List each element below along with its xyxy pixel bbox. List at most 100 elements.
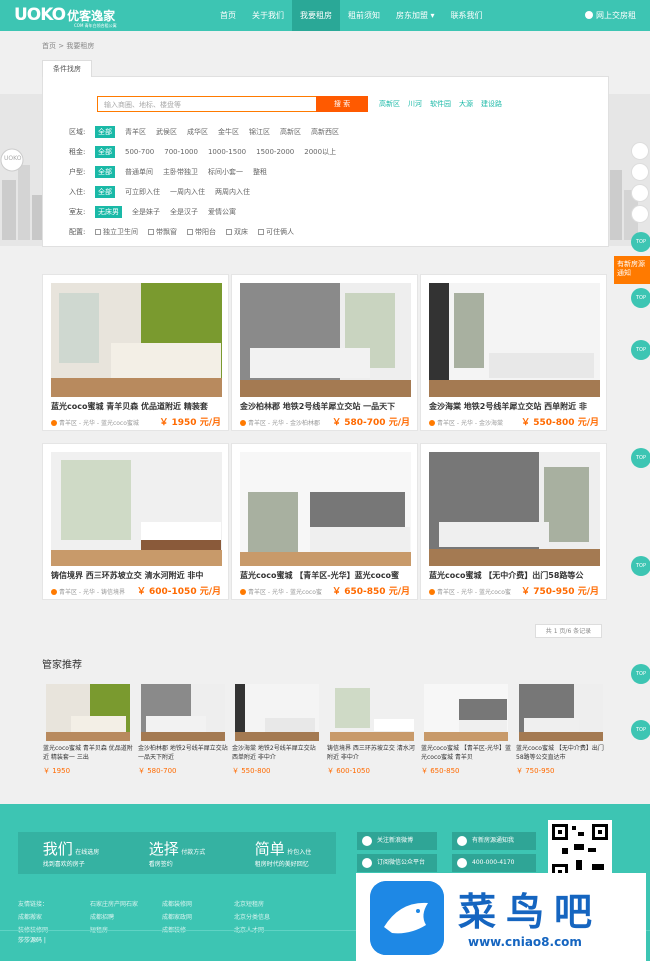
filter-option[interactable]: 爱情公寓 (208, 207, 236, 217)
listing-title[interactable]: 蓝光coco蜜城 【青羊区-光华】蓝光coco蜜 (240, 570, 412, 581)
friend-link[interactable]: 北京短租房 (234, 898, 306, 911)
friend-link[interactable]: 成都招聘 (90, 911, 162, 924)
listing-card[interactable]: 蓝光coco蜜城 【青羊区-光华】蓝光coco蜜 青羊区 - 光华 - 蓝光co… (231, 443, 418, 600)
filter-option[interactable]: 高新区 (280, 127, 301, 137)
filter-option[interactable]: 全是妹子 (132, 207, 160, 217)
friend-link[interactable]: 石家庄房产网石家 (90, 898, 162, 911)
recommend-item[interactable]: 蓝光coco蜜城 【青羊区-光华】蓝光coco蜜城 青羊贝 ￥ 650-850 (421, 684, 511, 784)
pagination[interactable]: 共 1 页/6 条记录 (535, 624, 602, 638)
hot-link[interactable]: 川河 (408, 99, 422, 109)
filter-option[interactable]: 1500-2000 (256, 148, 294, 156)
hot-link[interactable]: 大源 (459, 99, 473, 109)
filter-option[interactable]: 高新西区 (311, 127, 339, 137)
qq-icon[interactable] (631, 163, 649, 181)
friend-link[interactable]: 成都装修网 (162, 898, 234, 911)
nav-contact[interactable]: 联系我们 (443, 0, 491, 31)
listing-card[interactable]: 蓝光coco蜜城 青羊贝森 优品道附近 精装套 青羊区 - 光华 - 蓝光coc… (42, 274, 229, 431)
filter-option[interactable]: 全部 (95, 126, 115, 138)
friend-link[interactable]: 成都搬家 (18, 911, 90, 924)
filter-option[interactable]: 全部 (95, 186, 115, 198)
listing-title[interactable]: 金沙海棠 地铁2号线羊犀立交站 西单附近 非 (429, 401, 601, 412)
recommend-item[interactable]: 蓝光coco蜜城 青羊贝森 优品道附近 精装套一 三出 ￥ 1950 (43, 684, 133, 784)
bird-logo-icon (370, 881, 444, 955)
logo[interactable]: UOKO 优客逸家 COM 青年白领合租公寓 (14, 5, 117, 28)
friend-link[interactable]: 北京分类信息 (234, 911, 306, 924)
nav-landlord[interactable]: 房东加盟 ▾ (388, 0, 443, 31)
listing-price: ￥ 650-850 元/月 (332, 587, 410, 597)
filter-option[interactable]: 无床男 (95, 206, 122, 218)
listing-card[interactable]: 金沙柏林郡 地铁2号线羊犀立交站 一品天下 青羊区 - 光华 - 金沙柏林郡 ￥… (231, 274, 418, 431)
back-to-top-button[interactable]: TOP (631, 448, 650, 468)
recommend-item[interactable]: 金沙海棠 地铁2号线羊犀立交站 西单附近 非中介 ￥ 550-800 (232, 684, 320, 784)
listing-title[interactable]: 铸信境界 西三环苏坡立交 清水河附近 非中 (51, 570, 223, 581)
nav-rent[interactable]: 我要租房 (292, 0, 340, 31)
wechat-icon[interactable] (631, 205, 649, 223)
filter-option[interactable]: 整租 (253, 167, 267, 177)
filter-option[interactable]: 全部 (95, 146, 115, 158)
hotline-button[interactable]: 400-000-4170 (452, 854, 536, 872)
hot-link[interactable]: 高新区 (379, 99, 400, 109)
listing-price: ￥ 600-1050 元/月 (136, 587, 221, 597)
search-button[interactable]: 搜 索 (316, 96, 368, 112)
nav-notice[interactable]: 租前须知 (340, 0, 388, 31)
pay-rent-label: 网上交房租 (596, 11, 636, 20)
config-checkbox[interactable]: 独立卫生间 (95, 227, 138, 237)
search-input[interactable]: 输入商圈、地标、楼盘等 (97, 96, 319, 112)
wechat-subscribe-button[interactable]: 订阅微信公众平台 (357, 854, 437, 872)
filter-option[interactable]: 主卧带独卫 (163, 167, 198, 177)
recommend-item[interactable]: 铸信境界 西三环苏坡立交 清水河附近 非中介 ￥ 600-1050 (327, 684, 415, 784)
filter-option[interactable]: 一周内入住 (170, 187, 205, 197)
back-to-top-button[interactable]: TOP (631, 232, 650, 252)
filter-option[interactable]: 2000以上 (304, 147, 336, 157)
back-to-top-button[interactable]: TOP (631, 720, 650, 740)
filter-option[interactable]: 成华区 (187, 127, 208, 137)
filter-option[interactable]: 全部 (95, 166, 115, 178)
filter-option[interactable]: 500-700 (125, 148, 154, 156)
listing-location: 青羊区 - 光华 - 蓝光coco蜜 (240, 587, 322, 596)
filter-option[interactable]: 普通单间 (125, 167, 153, 177)
config-checkbox[interactable]: 带飘窗 (148, 227, 177, 237)
nav-about[interactable]: 关于我们 (244, 0, 292, 31)
weibo-follow-button[interactable]: 关注新浪微博 (357, 832, 437, 850)
user-icon (585, 11, 593, 19)
filter-option[interactable]: 700-1000 (164, 148, 198, 156)
recommend-item[interactable]: 蓝光coco蜜城 【无中介费】出门58路等公交直达市 ￥ 750-950 (516, 684, 604, 784)
back-to-top-button[interactable]: TOP (631, 556, 650, 576)
friend-link[interactable]: 成都家政网 (162, 911, 234, 924)
listing-card[interactable]: 铸信境界 西三环苏坡立交 清水河附近 非中 青羊区 - 光华 - 铸信境界 ￥ … (42, 443, 229, 600)
room-photo-icon (429, 283, 600, 397)
hot-link[interactable]: 建设路 (481, 99, 502, 109)
filter-option[interactable]: 金牛区 (218, 127, 239, 137)
pay-rent-link[interactable]: 网上交房租 (585, 0, 636, 31)
filter-label: 租金: (69, 148, 86, 156)
back-to-top-button[interactable]: TOP (631, 340, 650, 360)
share-icon[interactable] (631, 142, 649, 160)
filter-option[interactable]: 锦江区 (249, 127, 270, 137)
filter-option[interactable]: 全是汉子 (170, 207, 198, 217)
weibo-icon[interactable] (631, 184, 649, 202)
listing-card[interactable]: 金沙海棠 地铁2号线羊犀立交站 西单附近 非 青羊区 - 光华 - 金沙海棠 ￥… (420, 274, 607, 431)
back-to-top-button[interactable]: TOP (631, 664, 650, 684)
config-checkbox[interactable]: 双床 (226, 227, 248, 237)
hot-link[interactable]: 软件园 (430, 99, 451, 109)
filter-option[interactable]: 可立即入住 (125, 187, 160, 197)
listing-title[interactable]: 蓝光coco蜜城 青羊贝森 优品道附近 精装套 (51, 401, 223, 412)
listing-card[interactable]: 蓝光coco蜜城 【无中介费】出门58路等公 青羊区 - 光华 - 蓝光coco… (420, 443, 607, 600)
filter-option[interactable]: 1000-1500 (208, 148, 246, 156)
recommend-item[interactable]: 金沙柏林郡 地铁2号线羊犀立交站 一品天下附近 ￥ 580-700 (138, 684, 228, 784)
listing-title[interactable]: 金沙柏林郡 地铁2号线羊犀立交站 一品天下 (240, 401, 412, 412)
back-to-top-button[interactable]: TOP (631, 288, 650, 308)
config-checkbox[interactable]: 带阳台 (187, 227, 216, 237)
tab-condition-search[interactable]: 条件找房 (42, 60, 92, 77)
filter-option[interactable]: 武侯区 (156, 127, 177, 137)
nav-home[interactable]: 首页 (212, 0, 244, 31)
filter-option[interactable]: 青羊区 (125, 127, 146, 137)
hot-search-links: 高新区 川河 软件园 大源 建设路 (379, 99, 502, 109)
new-listing-notify-button[interactable]: 有新房源通知 (614, 256, 650, 284)
mail-icon (457, 836, 467, 846)
filter-option[interactable]: 两周内入住 (215, 187, 250, 197)
filter-option[interactable]: 标间小套一 (208, 167, 243, 177)
listing-title[interactable]: 蓝光coco蜜城 【无中介费】出门58路等公 (429, 570, 601, 581)
new-listing-subscribe-button[interactable]: 有新房源通知我 (452, 832, 536, 850)
config-checkbox[interactable]: 可住俩人 (258, 227, 294, 237)
